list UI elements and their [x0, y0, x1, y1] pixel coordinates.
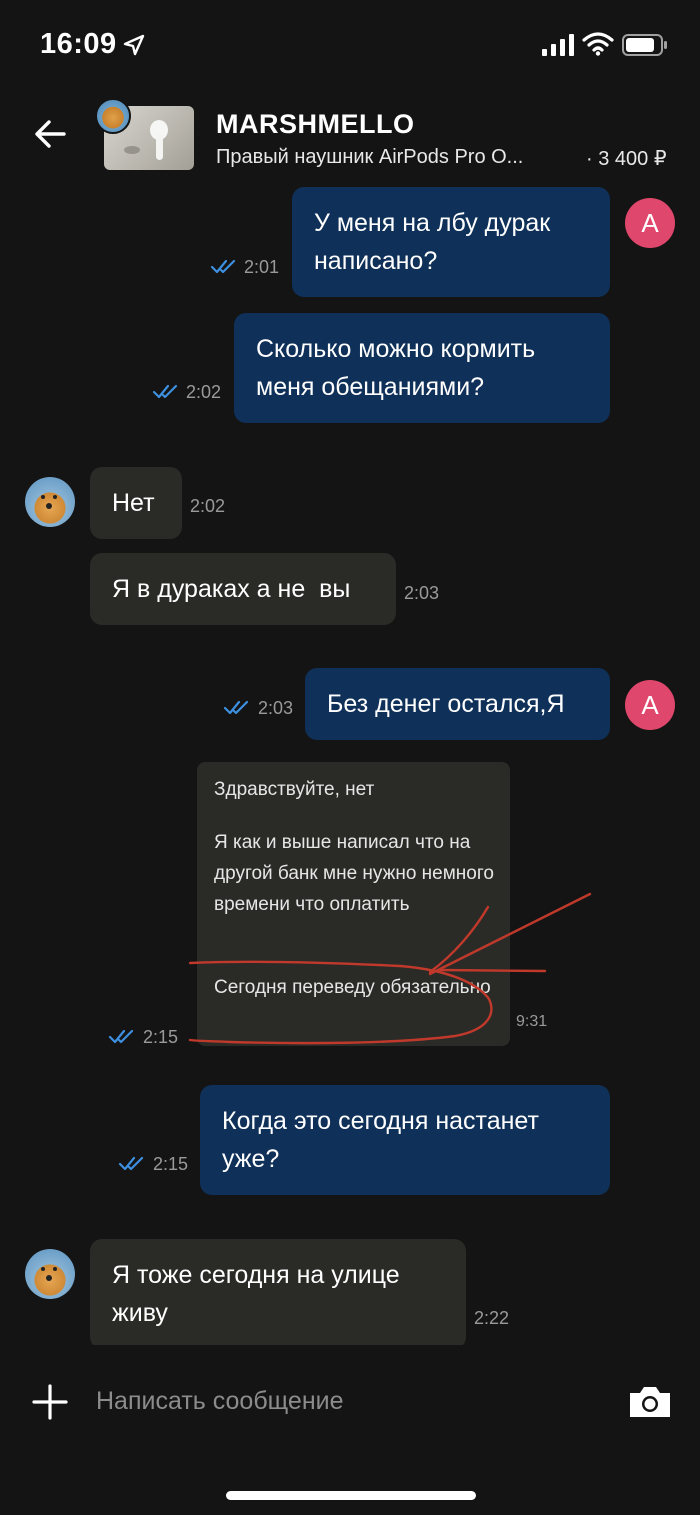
status-bar: 16:09: [0, 0, 700, 92]
message-bubble-outgoing[interactable]: У меня на лбу дурак написано?: [292, 187, 610, 297]
double-check-icon: [108, 1029, 134, 1044]
camera-icon[interactable]: [626, 1383, 674, 1421]
message-bubble-incoming[interactable]: Я в дураках а не вы: [90, 553, 396, 625]
user-avatar[interactable]: А: [625, 198, 675, 248]
product-title[interactable]: Правый наушник AirPods Pro O...: [216, 146, 523, 169]
message-time: 2:02: [186, 382, 222, 402]
message-text: У меня на лбу дурак написано?: [314, 209, 551, 275]
double-check-icon: [152, 384, 178, 399]
message-time: 2:01: [244, 257, 280, 277]
message-text: Нет: [112, 489, 155, 517]
product-price: · 3 400 ₽: [586, 148, 667, 170]
back-arrow-icon[interactable]: [30, 114, 70, 154]
contact-avatar[interactable]: [25, 477, 75, 527]
message-time: 2:15: [153, 1154, 189, 1174]
message-list[interactable]: У меня на лбу дурак написано? 2:01 А Ско…: [0, 184, 700, 1345]
message-bubble-outgoing[interactable]: Сколько можно кормить меня обещаниями?: [234, 313, 610, 423]
message-text: Я в дураках а не вы: [112, 575, 351, 603]
message-time: 2:02: [190, 496, 226, 516]
quote-time: 9:31: [516, 1013, 548, 1030]
message-bubble-outgoing[interactable]: Когда это сегодня настанет уже?: [200, 1085, 610, 1195]
double-check-icon: [118, 1156, 144, 1171]
chat-header: MARSHMELLO Правый наушник AirPods Pro O.…: [0, 92, 700, 184]
message-bubble-outgoing[interactable]: Без денег остался,Я: [305, 668, 610, 740]
cellular-signal-icon: [542, 34, 574, 56]
quote-line: Я как и выше написал что на другой банк …: [214, 832, 494, 915]
contact-avatar[interactable]: [25, 1249, 75, 1299]
message-text: Без денег остался,Я: [327, 690, 565, 718]
message-time: 2:03: [258, 698, 294, 718]
message-text: Когда это сегодня настанет уже?: [222, 1107, 539, 1173]
message-time: 2:22: [474, 1308, 510, 1328]
home-indicator: [226, 1491, 476, 1500]
plus-icon[interactable]: [30, 1382, 70, 1422]
wifi-icon: [582, 32, 614, 56]
double-check-icon: [223, 700, 249, 715]
quote-line: Здравствуйте, нет: [214, 779, 375, 800]
message-composer: [0, 1345, 700, 1515]
status-time: 16:09: [40, 28, 117, 60]
message-text: Сколько можно кормить меня обещаниями?: [256, 335, 536, 401]
battery-icon: [622, 34, 667, 56]
message-text: Я тоже сегодня на улице живу: [112, 1261, 400, 1327]
message-time: 2:03: [404, 583, 440, 603]
quote-line: Сегодня переведу обязательно: [214, 977, 491, 998]
seller-avatar[interactable]: [95, 98, 131, 134]
user-avatar[interactable]: А: [625, 680, 675, 730]
chat-title[interactable]: MARSHMELLO: [216, 109, 414, 140]
message-bubble-incoming[interactable]: Я тоже сегодня на улице живу: [90, 1239, 466, 1345]
message-input[interactable]: [96, 1375, 596, 1427]
message-time: 2:15: [143, 1027, 179, 1047]
screenshot-image-message[interactable]: Здравствуйте, нет Я как и выше написал ч…: [197, 762, 510, 1046]
message-bubble-incoming[interactable]: Нет: [90, 467, 182, 539]
double-check-icon: [210, 259, 236, 274]
location-arrow-icon: [123, 34, 145, 56]
